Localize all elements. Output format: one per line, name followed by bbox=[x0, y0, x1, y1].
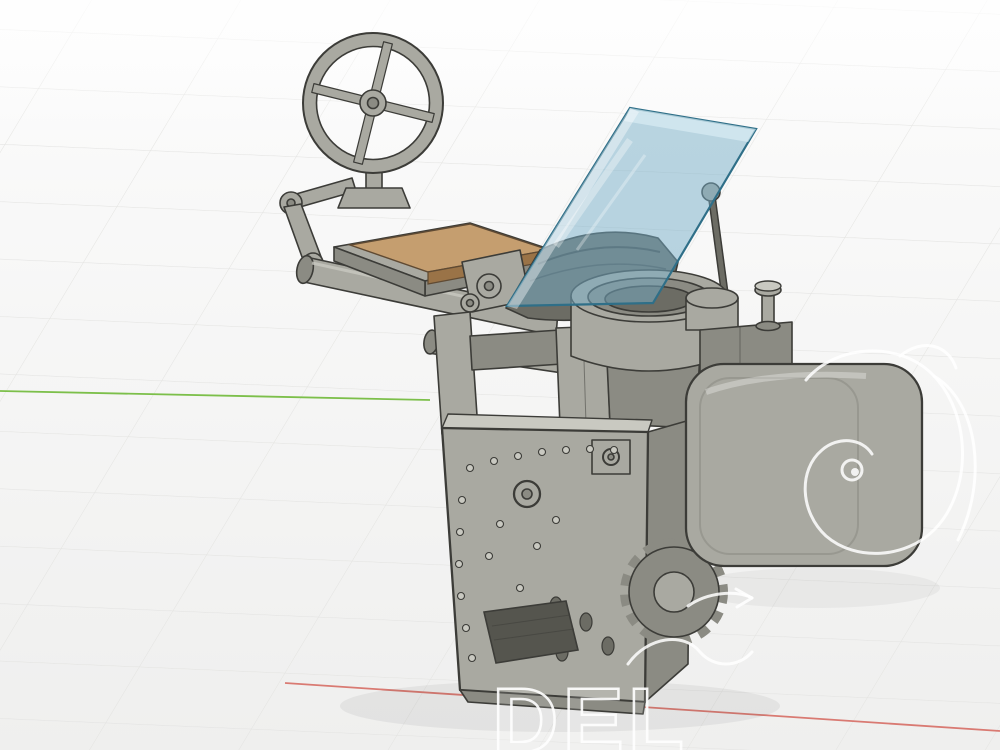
watermark-text: DEL bbox=[492, 670, 688, 750]
side-tank bbox=[686, 364, 922, 566]
grid-fade bbox=[0, 0, 1000, 140]
side-dome bbox=[686, 288, 738, 330]
render-canvas: DEL bbox=[0, 0, 1000, 750]
cad-viewport[interactable]: DEL bbox=[0, 0, 1000, 750]
